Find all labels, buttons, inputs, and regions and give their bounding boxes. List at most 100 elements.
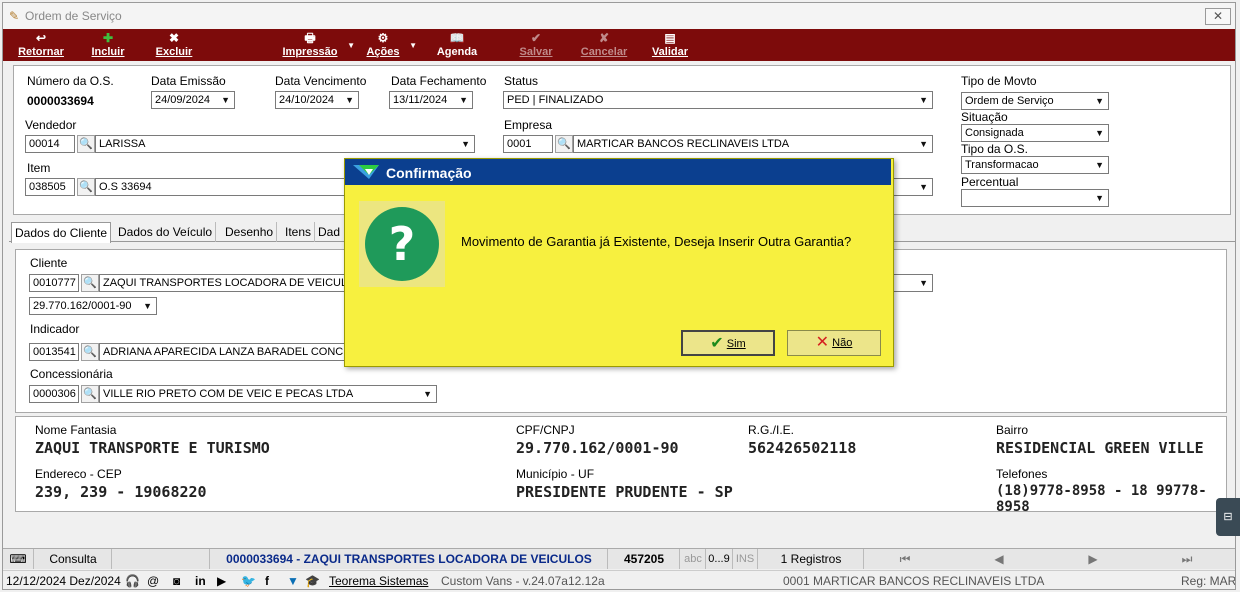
agenda-button[interactable]: 📖 Agenda xyxy=(431,31,483,61)
salvar-button[interactable]: ✔ Salvar xyxy=(513,31,559,61)
telefones-label: Telefones xyxy=(996,467,1048,481)
tab-dados-veiculo[interactable]: Dados do Veículo xyxy=(115,222,217,242)
vendedor-name-select[interactable]: LARISSA xyxy=(95,135,475,153)
teorema-logo-icon xyxy=(351,163,381,181)
search-icon[interactable]: 🔍 xyxy=(77,178,95,196)
concessionaria-name-select[interactable]: VILLE RIO PRETO COM DE VEIC E PECAS LTDA xyxy=(99,385,437,403)
nav-first-button[interactable]: ⏮ xyxy=(865,549,945,569)
telefones-value: (18)9778-8958 - 18 99778-8958 xyxy=(996,483,1207,515)
vendedor-code-field[interactable]: 00014 xyxy=(25,135,75,153)
footer-bar: 12/12/2024 Dez/2024 🎧 @ ◙ in ▶ 🐦 f ▼ 🎓 T… xyxy=(3,570,1236,589)
acoes-button[interactable]: ⚙ Ações ▼ xyxy=(361,31,417,61)
registros-count: 1 Registros xyxy=(759,549,864,569)
retornar-button[interactable]: ↩ Retornar xyxy=(13,31,69,61)
tipo-movto-select[interactable]: Ordem de Serviço xyxy=(961,92,1109,110)
numero-os-label: Número da O.S. xyxy=(27,74,114,88)
question-icon-frame: ? xyxy=(359,201,445,287)
nav-prev-button[interactable]: ◀ xyxy=(959,549,1039,569)
situacao-select[interactable]: Consignada xyxy=(961,124,1109,142)
return-icon: ↩ xyxy=(35,31,47,45)
email-icon[interactable]: @ xyxy=(147,574,159,588)
cancelar-label: Cancelar xyxy=(580,46,628,58)
side-panel-handle[interactable]: ⊟ xyxy=(1216,498,1240,536)
cliente-extra-select[interactable] xyxy=(893,274,933,292)
tipo-os-select[interactable]: Transformacao xyxy=(961,156,1109,174)
vendedor-label: Vendedor xyxy=(25,118,77,132)
percentual-select[interactable] xyxy=(961,189,1109,207)
confirmation-dialog: Confirmação ? Movimento de Garantia já E… xyxy=(344,158,894,367)
empresa-code-field[interactable]: 0001 xyxy=(503,135,553,153)
nav-next-button[interactable]: ▶ xyxy=(1053,549,1133,569)
check-icon: ✔ xyxy=(710,335,724,353)
search-icon[interactable]: 🔍 xyxy=(81,385,99,403)
cnpj-select[interactable]: 29.770.162/0001-90 xyxy=(29,297,157,315)
support-icon[interactable]: 🎧 xyxy=(125,574,140,588)
cancel-icon: ✘ xyxy=(598,31,610,45)
document-icon: ✎ xyxy=(9,9,20,23)
status-label: Status xyxy=(504,74,539,88)
tab-dados-more[interactable]: Dad xyxy=(315,222,343,242)
data-vencimento-field[interactable]: 24/10/2024 xyxy=(275,91,359,109)
chevron-down-icon[interactable]: ▼ xyxy=(347,41,355,50)
cliente-code-field[interactable]: 0010777 xyxy=(29,274,79,292)
toolbar: ↩ Retornar ✚ Incluir ✖ Excluir 🖶 Impress… xyxy=(3,29,1235,61)
data-fechamento-field[interactable]: 13/11/2024 xyxy=(389,91,473,109)
nao-label: Não xyxy=(832,337,853,350)
concessionaria-code-field[interactable]: 0000306 xyxy=(29,385,79,403)
mode-indicator: Consulta xyxy=(35,549,112,569)
ins-indicator: INS xyxy=(733,549,758,569)
empresa-name-select[interactable]: MARTICAR BANCOS RECLINAVEIS LTDA xyxy=(573,135,933,153)
search-icon[interactable]: 🔍 xyxy=(81,274,99,292)
status-select[interactable]: PED | FINALIZADO xyxy=(503,91,933,109)
item-code-field[interactable]: 038505 xyxy=(25,178,75,196)
nao-button[interactable]: ✕ Não xyxy=(787,330,881,356)
tipo-os-label: Tipo da O.S. xyxy=(961,142,1028,156)
keyboard-icon: ⌨ xyxy=(3,549,34,569)
cliente-name-field[interactable]: ZAQUI TRANSPORTES LOCADORA DE VEICULOS L… xyxy=(99,274,351,292)
record-code: 457205 xyxy=(609,549,680,569)
youtube-icon[interactable]: ▶ xyxy=(217,574,226,588)
percentual-label: Percentual xyxy=(961,175,1019,189)
linkedin-icon[interactable]: in xyxy=(195,574,206,588)
actions-icon: ⚙ xyxy=(377,31,389,45)
instagram-icon[interactable]: ◙ xyxy=(173,574,180,588)
tab-itens[interactable]: Itens xyxy=(282,222,316,242)
tab-dados-cliente[interactable]: Dados do Cliente xyxy=(11,222,112,243)
municipio-value: PRESIDENTE PRUDENTE - SP xyxy=(516,483,733,501)
item-extra-select[interactable] xyxy=(893,178,933,196)
digits-indicator: 0...9 xyxy=(706,549,733,569)
nav-last-button[interactable]: ⏭ xyxy=(1147,549,1227,569)
impressao-label: Impressão xyxy=(282,46,338,58)
teorema-link[interactable]: Teorema Sistemas xyxy=(329,574,428,588)
impressao-button[interactable]: 🖶 Impressão ▼ xyxy=(277,31,355,61)
indicador-name-field[interactable]: ADRIANA APARECIDA LANZA BARADEL CONCEICA xyxy=(99,343,351,361)
item-name-field[interactable]: O.S 33694 xyxy=(95,178,351,196)
dialog-title-bar: Confirmação xyxy=(345,159,891,185)
incluir-button[interactable]: ✚ Incluir xyxy=(85,31,131,61)
indicador-code-field[interactable]: 0013541 xyxy=(29,343,79,361)
status-bar: ⌨ Consulta 0000033694 - ZAQUI TRANSPORTE… xyxy=(3,548,1235,586)
numero-os-value: 0000033694 xyxy=(27,94,94,108)
cancelar-button[interactable]: ✘ Cancelar xyxy=(575,31,633,61)
salvar-label: Salvar xyxy=(519,46,553,58)
validate-icon: ▤ xyxy=(664,31,676,45)
excluir-button[interactable]: ✖ Excluir xyxy=(151,31,197,61)
search-icon[interactable]: 🔍 xyxy=(81,343,99,361)
sim-button[interactable]: ✔ Sim xyxy=(681,330,775,356)
facebook-icon[interactable]: f xyxy=(265,574,269,588)
chevron-down-icon[interactable]: ▼ xyxy=(409,41,417,50)
nome-fantasia-value: ZAQUI TRANSPORTE E TURISMO xyxy=(35,439,270,457)
search-icon[interactable]: 🔍 xyxy=(555,135,573,153)
title-bar: ✎ Ordem de Serviço ✕ xyxy=(3,3,1235,29)
twitter-icon[interactable]: 🐦 xyxy=(241,574,256,588)
retornar-label: Retornar xyxy=(18,46,64,58)
footer-reg: Reg: MARTI xyxy=(1181,574,1236,588)
cpf-label: CPF/CNPJ xyxy=(516,423,575,437)
validar-button[interactable]: ▤ Validar xyxy=(647,31,693,61)
tab-desenho[interactable]: Desenho xyxy=(222,222,278,242)
search-icon[interactable]: 🔍 xyxy=(77,135,95,153)
endereco-label: Endereco - CEP xyxy=(35,467,122,481)
close-button[interactable]: ✕ xyxy=(1205,8,1231,25)
graduation-cap-icon[interactable]: 🎓 xyxy=(305,574,320,588)
data-emissao-field[interactable]: 24/09/2024 xyxy=(151,91,235,109)
